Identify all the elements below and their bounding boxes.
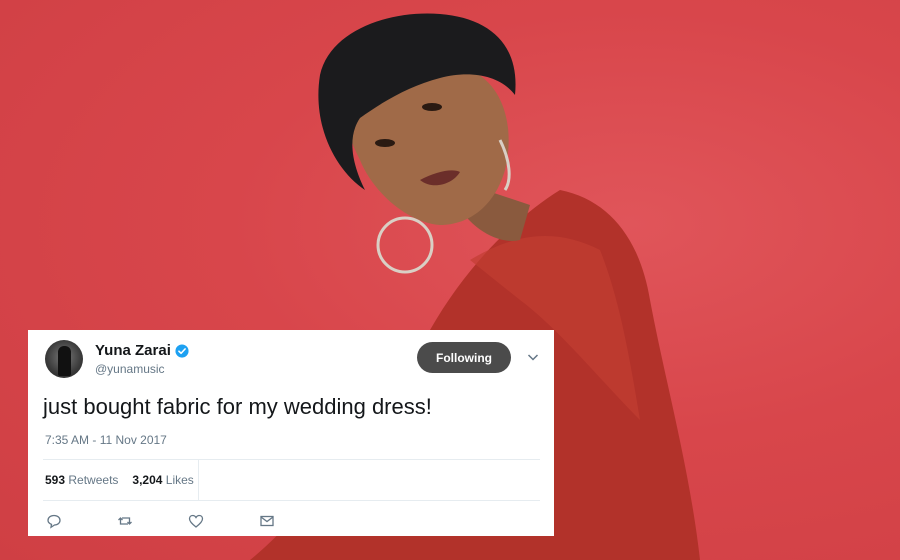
- author-name-row: Yuna Zarai: [95, 342, 189, 359]
- heart-icon[interactable]: [188, 513, 204, 529]
- retweet-icon[interactable]: [117, 513, 133, 529]
- author-handle[interactable]: @yunamusic: [95, 362, 165, 376]
- likes-label: Likes: [165, 473, 194, 487]
- envelope-icon[interactable]: [259, 513, 275, 529]
- chevron-down-icon[interactable]: [526, 350, 540, 364]
- author-name[interactable]: Yuna Zarai: [95, 342, 171, 359]
- tweet-stats: 593 Retweets 3,204 Likes: [45, 473, 194, 487]
- tweet-timestamp[interactable]: 7:35 AM - 11 Nov 2017: [45, 433, 167, 447]
- following-button[interactable]: Following: [417, 342, 511, 373]
- reply-icon[interactable]: [46, 513, 62, 529]
- retweets-count: 593: [45, 473, 66, 487]
- tweet-text: just bought fabric for my wedding dress!: [43, 394, 432, 419]
- stats-separator: [198, 460, 199, 500]
- divider: [43, 459, 540, 460]
- retweets-stat[interactable]: 593 Retweets: [45, 473, 118, 487]
- avatar[interactable]: [45, 340, 83, 378]
- likes-stat[interactable]: 3,204 Likes: [132, 473, 193, 487]
- divider: [43, 500, 540, 501]
- tweet-card: Yuna Zarai @yunamusic Following just bou…: [28, 330, 554, 536]
- retweets-label: Retweets: [68, 473, 119, 487]
- verified-badge-icon: [175, 343, 189, 358]
- likes-count: 3,204: [132, 473, 163, 487]
